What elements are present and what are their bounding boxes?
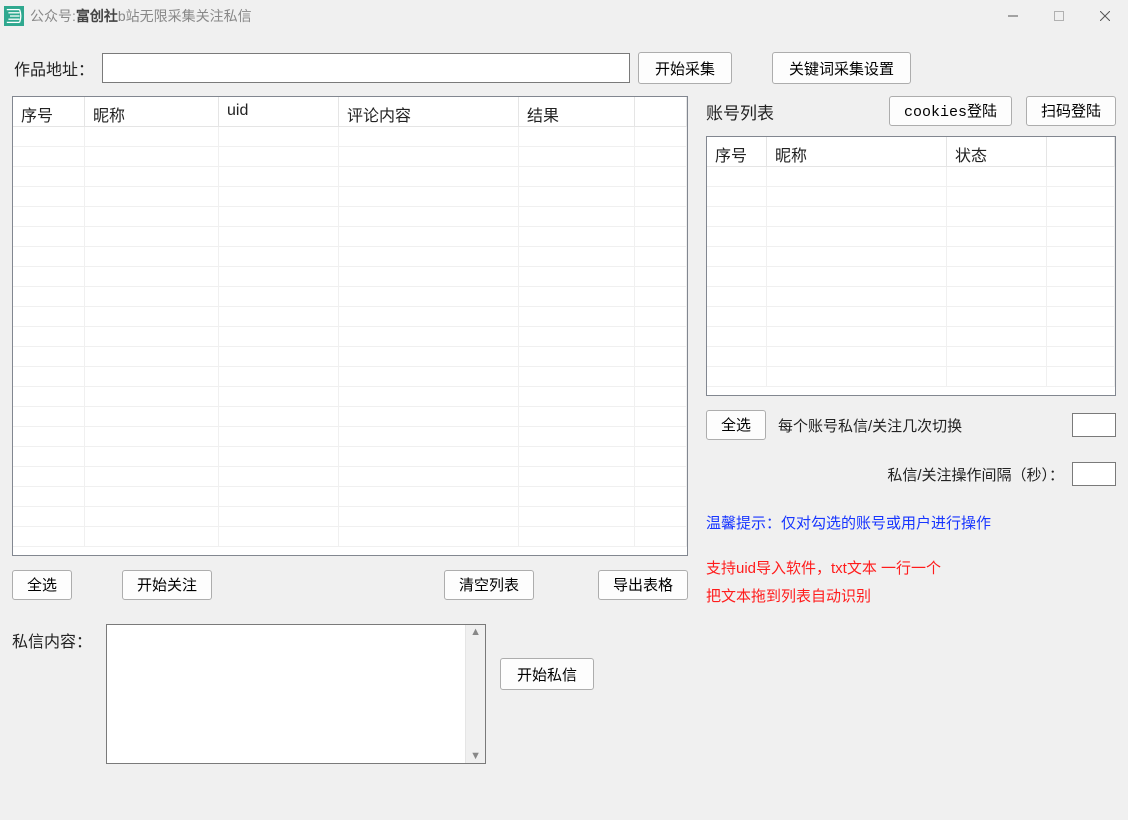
col-result[interactable]: 结果 [519, 97, 635, 127]
comments-grid[interactable]: 序号 昵称 uid 评论内容 结果 [12, 96, 688, 556]
cookies-login-button[interactable]: cookies登陆 [889, 96, 1012, 126]
start-follow-button[interactable]: 开始关注 [122, 570, 212, 600]
qr-login-button[interactable]: 扫码登陆 [1026, 96, 1116, 126]
scroll-up-icon: ▲ [470, 625, 481, 639]
maximize-button[interactable] [1036, 0, 1082, 32]
scroll-down-icon: ▼ [470, 749, 481, 763]
tip-red-line1: 支持uid导入软件，txt文本 一行一个 [706, 555, 1116, 583]
titlebar: 公众号: 富创社 b站无限采集关注私信 [0, 0, 1128, 32]
app-icon [4, 6, 24, 26]
dm-textarea-wrap: ▲ ▼ [106, 624, 486, 764]
acct-col-index[interactable]: 序号 [707, 137, 767, 167]
window-title: 公众号: 富创社 b站无限采集关注私信 [30, 6, 252, 26]
account-list-label: 账号列表 [706, 99, 774, 124]
keyword-settings-button[interactable]: 关键词采集设置 [772, 52, 911, 84]
start-dm-button[interactable]: 开始私信 [500, 658, 594, 690]
window-controls [990, 0, 1128, 32]
title-suffix: b站无限采集关注私信 [118, 6, 252, 26]
col-spacer [635, 97, 687, 127]
close-button[interactable] [1082, 0, 1128, 32]
url-label: 作品地址： [14, 56, 94, 80]
title-bold: 富创社 [76, 6, 118, 26]
export-table-button[interactable]: 导出表格 [598, 570, 688, 600]
left-select-all-button[interactable]: 全选 [12, 570, 72, 600]
maximize-icon [1054, 11, 1064, 21]
minimize-button[interactable] [990, 0, 1036, 32]
tip-blue: 温馨提示：仅对勾选的账号或用户进行操作 [706, 512, 1116, 533]
switch-count-input[interactable] [1072, 413, 1116, 437]
dm-label: 私信内容： [12, 624, 92, 652]
textarea-scrollbar[interactable]: ▲ ▼ [465, 625, 485, 763]
acct-col-nickname[interactable]: 昵称 [767, 137, 947, 167]
dm-textarea[interactable] [107, 625, 465, 763]
col-nickname[interactable]: 昵称 [85, 97, 219, 127]
start-collect-button[interactable]: 开始采集 [638, 52, 732, 84]
right-select-all-button[interactable]: 全选 [706, 410, 766, 440]
accounts-grid[interactable]: 序号 昵称 状态 [706, 136, 1116, 396]
accounts-grid-body [707, 167, 1115, 387]
minimize-icon [1008, 11, 1018, 21]
col-index[interactable]: 序号 [13, 97, 85, 127]
title-prefix: 公众号: [30, 6, 76, 26]
acct-col-status[interactable]: 状态 [947, 137, 1047, 167]
comments-grid-body [13, 127, 687, 547]
col-uid[interactable]: uid [219, 97, 339, 127]
close-icon [1100, 11, 1110, 21]
acct-col-spacer [1047, 137, 1115, 167]
switch-label: 每个账号私信/关注几次切换 [774, 415, 1064, 436]
clear-list-button[interactable]: 清空列表 [444, 570, 534, 600]
interval-label: 私信/关注操作间隔（秒）： [887, 464, 1064, 485]
tip-red-line2: 把文本拖到列表自动识别 [706, 583, 1116, 611]
url-input[interactable] [102, 53, 630, 83]
tip-red: 支持uid导入软件，txt文本 一行一个 把文本拖到列表自动识别 [706, 555, 1116, 611]
interval-input[interactable] [1072, 462, 1116, 486]
col-comment[interactable]: 评论内容 [339, 97, 519, 127]
